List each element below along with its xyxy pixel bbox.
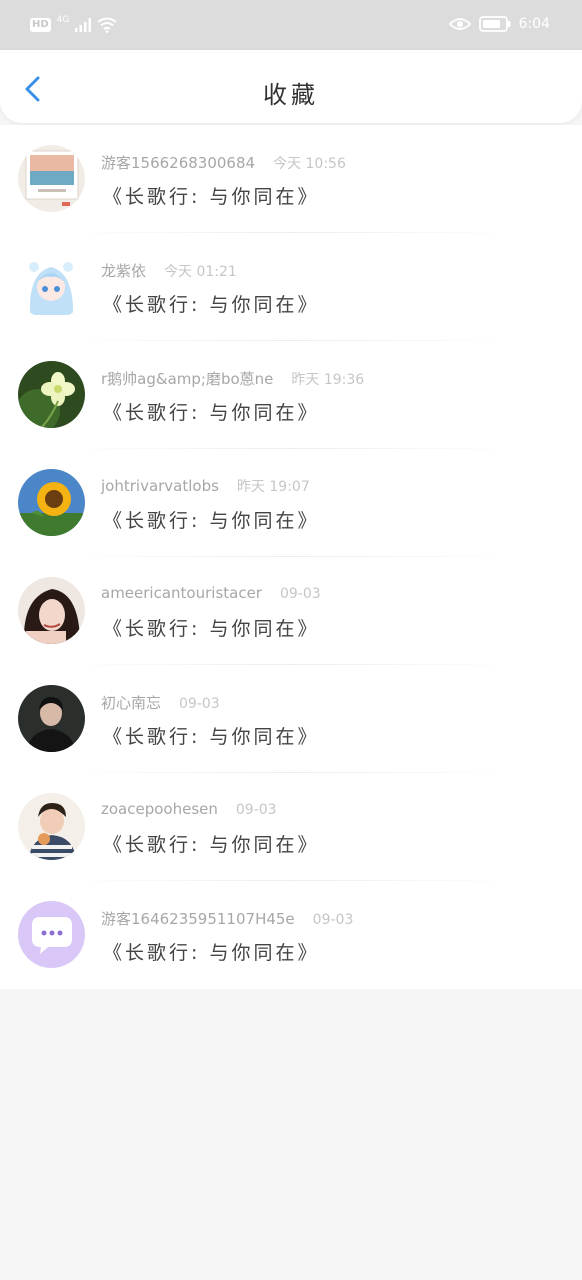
- status-bar: HD 4G 6:04: [0, 0, 582, 50]
- username: 游客1646235951107H45e: [101, 910, 295, 928]
- timestamp: 09-03: [235, 802, 277, 818]
- list-item[interactable]: 龙紫依 今天 01:21 《长歌行: 与你同在》: [0, 233, 582, 341]
- timestamp: 今天 01:21: [164, 264, 237, 280]
- post-title: 《长歌行: 与你同在》: [103, 402, 320, 424]
- username: ameericantouristacer: [101, 584, 262, 602]
- username: zoacepoohesen: [101, 800, 218, 818]
- header: 收藏: [0, 50, 582, 123]
- post-title: 《长歌行: 与你同在》: [103, 294, 320, 316]
- timestamp: 昨天 19:07: [236, 479, 310, 495]
- list-item[interactable]: johtrivarvatlobs 昨天 19:07 《长歌行: 与你同在》: [0, 449, 582, 557]
- chat-bubble-avatar: [18, 901, 85, 968]
- network-type: 4G: [56, 15, 70, 25]
- timestamp: 09-03: [312, 912, 354, 928]
- list-item[interactable]: ameericantouristacer 09-03 《长歌行: 与你同在》: [0, 557, 582, 665]
- post-title: 《长歌行: 与你同在》: [103, 510, 320, 532]
- username: r鹅帅ag&amp;磨bo蒽ne: [101, 370, 274, 388]
- signal-icon: [75, 18, 92, 32]
- username: johtrivarvatlobs: [101, 477, 219, 495]
- hd-badge: HD: [30, 18, 51, 32]
- list-item[interactable]: 游客1646235951107H45e 09-03 《长歌行: 与你同在》: [0, 881, 582, 989]
- status-time: 6:04: [518, 16, 550, 32]
- timestamp: 09-03: [279, 586, 321, 602]
- username: 初心南忘: [101, 694, 162, 712]
- timestamp: 09-03: [179, 696, 220, 712]
- woman-portrait-avatar: [18, 577, 85, 644]
- battery-icon: [478, 16, 511, 32]
- timestamp: 昨天 19:36: [291, 372, 365, 388]
- list-item[interactable]: 初心南忘 09-03 《长歌行: 与你同在》: [0, 665, 582, 773]
- post-title: 《长歌行: 与你同在》: [103, 942, 320, 964]
- sunflower-avatar: [18, 469, 85, 536]
- post-title: 《长歌行: 与你同在》: [103, 834, 320, 856]
- post-title: 《长歌行: 与你同在》: [103, 726, 320, 748]
- child-portrait-avatar: [18, 793, 85, 860]
- list-item[interactable]: zoacepoohesen 09-03 《长歌行: 与你同在》: [0, 773, 582, 881]
- man-portrait-avatar: [18, 685, 85, 752]
- photo-frame-avatar: [18, 145, 85, 212]
- eye-icon: [448, 18, 471, 30]
- timestamp: 今天 10:56: [273, 156, 346, 172]
- page-title: 收藏: [263, 81, 319, 109]
- username: 游客1566268300684: [101, 154, 256, 172]
- post-title: 《长歌行: 与你同在》: [103, 618, 320, 640]
- wifi-icon: [97, 17, 117, 33]
- list-item[interactable]: r鹅帅ag&amp;磨bo蒽ne 昨天 19:36 《长歌行: 与你同在》: [0, 341, 582, 449]
- list-item[interactable]: 游客1566268300684 今天 10:56 《长歌行: 与你同在》: [0, 125, 582, 233]
- post-title: 《长歌行: 与你同在》: [103, 186, 320, 208]
- favorites-list: 游客1566268300684 今天 10:56 《长歌行: 与你同在》 龙紫依…: [0, 125, 582, 989]
- username: 龙紫依: [101, 262, 147, 280]
- anime-girl-avatar: [18, 253, 85, 320]
- flower-avatar: [18, 361, 85, 428]
